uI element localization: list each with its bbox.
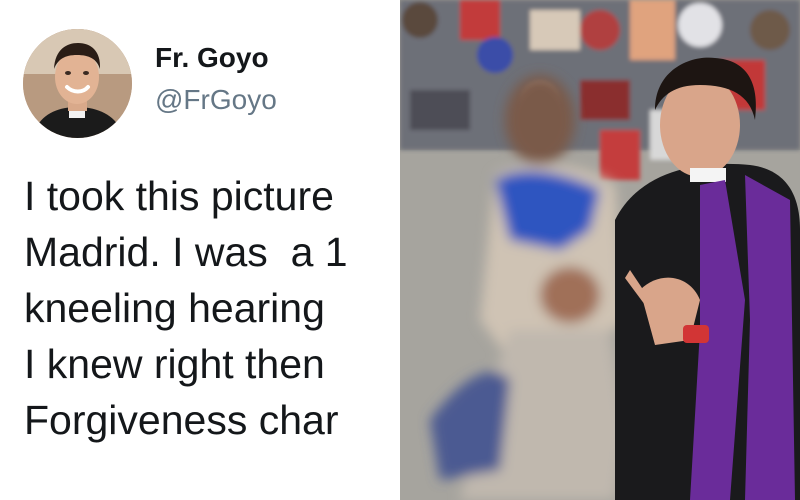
author-name[interactable]: Fr. Goyo [155, 42, 269, 74]
tweet-body: I took this picture Madrid. I was a 1 kn… [24, 168, 400, 448]
author-handle[interactable]: @FrGoyo [155, 84, 277, 116]
tweet-card: Fr. Goyo @FrGoyo I took this picture Mad… [0, 0, 400, 500]
attached-photo[interactable] [400, 0, 800, 500]
tweet-line: Madrid. I was a 1 [24, 229, 348, 275]
tweet-line: I took this picture [24, 173, 334, 219]
avatar[interactable] [23, 29, 132, 138]
confession-photo-icon [400, 0, 800, 500]
tweet-line: Forgiveness char [24, 397, 339, 443]
profile-avatar-icon [23, 29, 132, 138]
tweet-line: kneeling hearing [24, 285, 325, 331]
tweet-line: I knew right then [24, 341, 325, 387]
